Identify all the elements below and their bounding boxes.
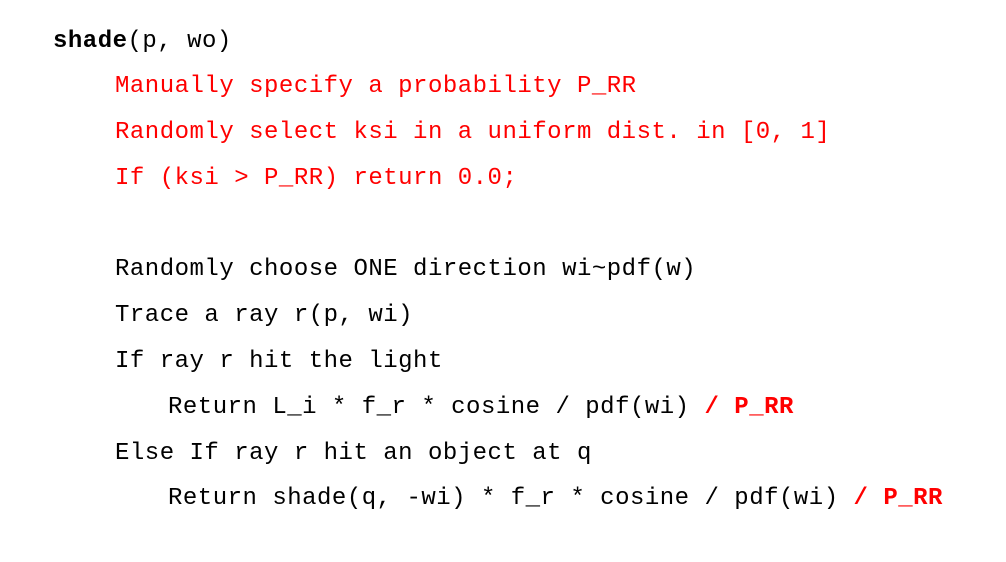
- choose-direction-line: Randomly choose ONE direction wi~pdf(w): [115, 256, 697, 283]
- rr-specify-line: Manually specify a probability P_RR: [115, 73, 637, 100]
- return-light-rr-divisor: / P_RR: [704, 394, 794, 421]
- rr-if-line: If (ksi > P_RR) return 0.0;: [115, 165, 518, 192]
- return-shade-rr-divisor: / P_RR: [853, 485, 943, 512]
- return-shade-expr: Return shade(q, -wi) * f_r * cosine / pd…: [168, 485, 854, 512]
- return-light-expr: Return L_i * f_r * cosine / pdf(wi): [168, 394, 705, 421]
- trace-ray-line: Trace a ray r(p, wi): [115, 302, 414, 329]
- return-shade-line: Return shade(q, -wi) * f_r * cosine / pd…: [168, 485, 943, 513]
- if-hit-light-line: If ray r hit the light: [115, 348, 443, 375]
- rr-select-line: Randomly select ksi in a uniform dist. i…: [115, 119, 831, 146]
- function-args: (p, wo): [127, 28, 232, 55]
- function-name: shade: [53, 28, 128, 55]
- else-if-object-line: Else If ray r hit an object at q: [115, 440, 592, 467]
- return-light-line: Return L_i * f_r * cosine / pdf(wi) / P_…: [168, 394, 794, 422]
- function-signature: shade(p, wo): [53, 28, 232, 56]
